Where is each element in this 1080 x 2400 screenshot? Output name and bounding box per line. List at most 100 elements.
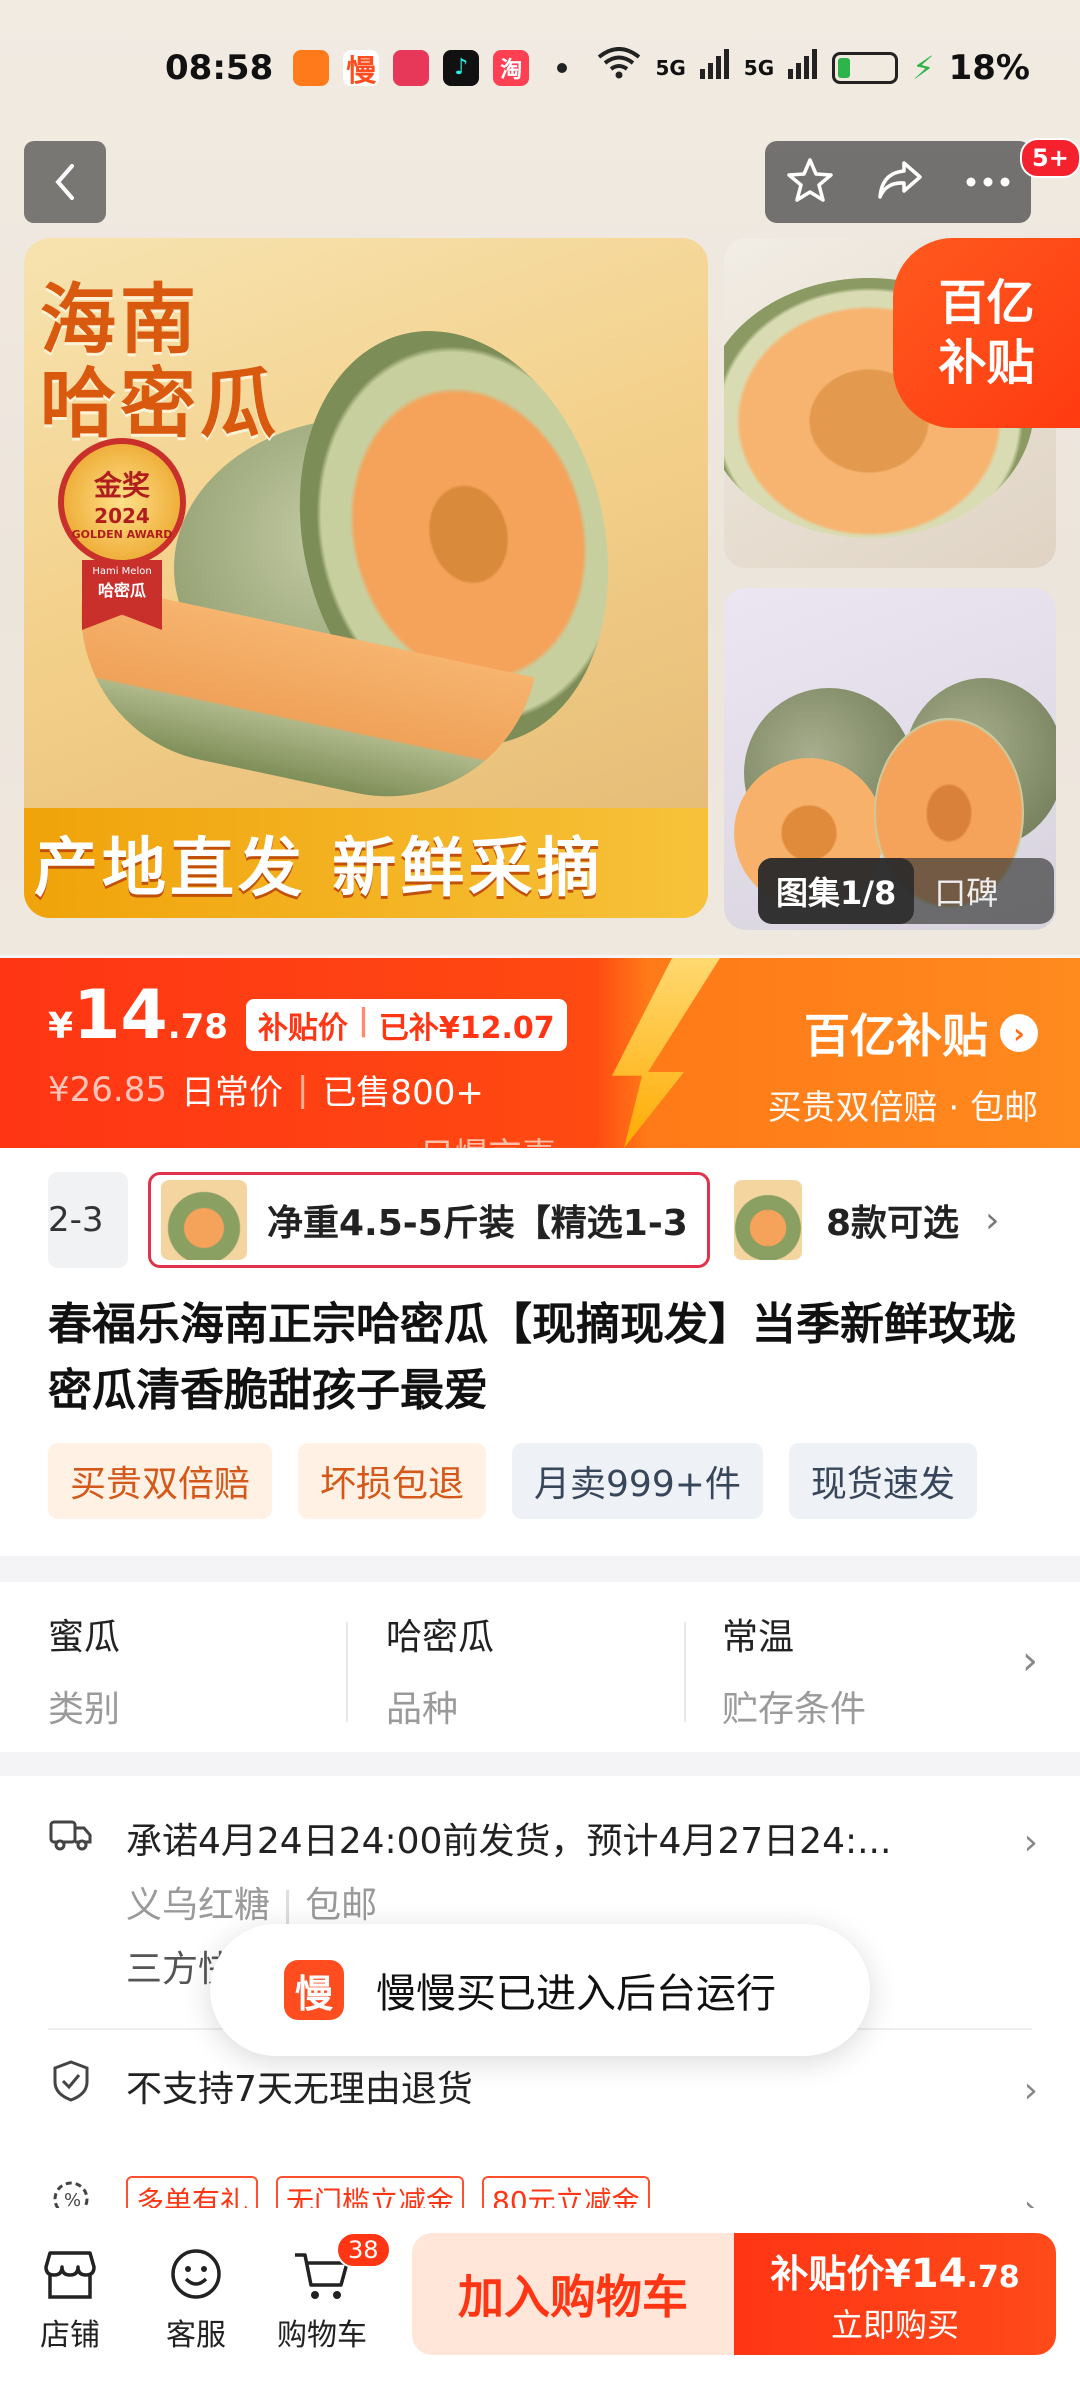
customer-service-button[interactable]: 客服 [136,2240,256,2354]
shipping-promise: 承诺4月24日24:00前发货，预计4月27日24:... [126,1821,892,1862]
attribute-storage: 常温 贮存条件 [722,1608,1052,1732]
chevron-left-icon [55,164,74,200]
status-bar: 08:58 慢 ♪ 淘 5G 5G ⚡ 18% [0,0,1080,135]
attribute-divider [684,1622,686,1722]
shop-button[interactable]: 店铺 [10,2240,130,2354]
shop-label: 店铺 [40,2318,100,2353]
cart-icon: 38 [262,2232,391,2310]
buy-price: 补贴价¥14.78 [770,2243,1019,2298]
main-image-slogan: 产地直发 新鲜采摘 [24,808,708,918]
returns-row[interactable]: 不支持7天无理由退货 › [48,2058,1038,2122]
tag-fast-shipping[interactable]: 现货速发 [788,1443,977,1519]
attribute-divider [346,1622,348,1722]
ribbon-text-en: Hami Melon [92,566,152,577]
taobao-icon: 淘 [493,49,530,86]
smile-chat-icon [136,2240,256,2310]
status-right: 5G 5G ⚡ 18% [597,47,1030,88]
more-notifications-dot [557,62,568,73]
status-time: 08:58 [165,47,274,88]
cart-button[interactable]: 38 购物车 [262,2232,391,2354]
signal-icon-2 [788,48,818,88]
free-shipping: 包邮 [305,1885,378,1926]
product-gallery[interactable]: 08:58 慢 ♪ 淘 5G 5G ⚡ 18% 5+ 海南 哈密瓜 金奖 202… [0,0,1080,955]
add-to-cart-button[interactable]: 加入购物车 [412,2233,734,2355]
manman-app-icon: 慢 [284,1960,344,2020]
current-price: ¥ 14 .78 补贴价 | 已补¥12.07 [48,976,567,1055]
gallery-index: 图集1/8 [758,858,915,924]
buy-price-int: 14 [910,2250,967,2297]
price-integer: 14 [73,976,168,1055]
attribute-value: 常温 [722,1617,795,1658]
battery-icon [832,51,899,84]
spec-thumbnail-next [734,1180,802,1260]
price-sub-row: ¥26.85 日常价 | 已售800+ [48,1065,567,1114]
tag-damage-refund[interactable]: 坏损包退 [298,1443,487,1519]
more-button[interactable] [965,173,1011,192]
star-icon [786,158,833,202]
attribute-key: 品种 [386,1689,459,1730]
more-badge: 5+ [1020,138,1080,178]
main-product-image[interactable]: 海南 哈密瓜 金奖 2024 GOLDEN AWARD Hami Melon 哈… [24,238,708,918]
subsidy-saving: 已补¥12.07 [378,1011,555,1046]
attribute-key: 类别 [48,1689,121,1730]
network-label-2: 5G [743,55,775,80]
attributes-card[interactable]: 蜜瓜 类别 哈密瓜 品种 常温 贮存条件 › [0,1582,1080,1752]
service-label: 客服 [166,2318,226,2353]
product-tags: 买贵双倍赔 坏损包退 月卖999+件 现货速发 [48,1443,977,1519]
returns-policy: 不支持7天无理由退货 [126,2069,473,2110]
tag-double-compensation[interactable]: 买贵双倍赔 [48,1443,273,1519]
product-title: 春福乐海南正宗哈密瓜【现摘现发】当季新鲜玫珑密瓜清香脆甜孩子最爱 [48,1299,1016,1416]
bottom-action-bar: 店铺 客服 38 购物车 加入购物车 补贴价¥14.78 立即购买 [0,2208,1080,2400]
toast-message: 慢慢买已进入后台运行 [376,1971,776,2017]
medal-award: GOLDEN AWARD [71,527,173,541]
attribute-value: 哈密瓜 [386,1617,495,1658]
share-button[interactable] [874,157,926,207]
chevron-right-icon: › [1000,1014,1038,1052]
shield-check-icon [53,2060,89,2102]
back-button[interactable] [24,141,106,223]
price-decimal: .78 [167,1007,228,1047]
medal-text: 金奖 [93,468,150,502]
product-info-card: 2-3 净重4.5-5斤装【精选1-3 8款可选 › 春福乐海南正宗哈密瓜【现摘… [0,1148,1080,1556]
charging-icon: ⚡ [912,48,935,87]
divider: | [281,1885,294,1926]
favorite-button[interactable] [785,155,835,209]
title-line-2: 哈密瓜 [40,359,280,448]
background-toast: 慢 慢慢买已进入后台运行 [210,1924,870,2056]
reviews-tab[interactable]: 口碑 [914,868,998,914]
shipping-origin: 义乌红糖 [126,1885,271,1926]
divider: | [296,1069,309,1110]
header-actions [765,141,1031,223]
attribute-variety: 哈密瓜 品种 [386,1608,716,1732]
buy-now-button[interactable]: 补贴价¥14.78 立即购买 [734,2233,1056,2355]
medal-circle: 金奖 2024 GOLDEN AWARD [58,438,186,566]
gold-award-medal: 金奖 2024 GOLDEN AWARD Hami Melon 哈密瓜 [58,438,200,630]
subsidy-program-title: 百亿补贴 › [768,1000,1038,1066]
truck-icon [49,1820,92,1851]
manman-app-icon: 慢 [343,49,380,89]
pinduoduo-icon [393,49,430,86]
spec-selector[interactable]: 2-3 净重4.5-5斤装【精选1-3 8款可选 › [48,1168,1048,1272]
chevron-right-icon: › [1023,1822,1038,1863]
app-orange-icon [293,49,330,86]
spec-thumbnail [161,1180,247,1260]
medal-year: 2024 [94,503,150,528]
store-icon [10,2240,130,2310]
subsidy-program[interactable]: 百亿补贴 › 买贵双倍赔 · 包邮 [768,1000,1038,1129]
subsidy-price-tag: 补贴价 | 已补¥12.07 [245,999,567,1051]
buy-now-label: 立即购买 [830,2305,959,2344]
tag-monthly-sales[interactable]: 月卖999+件 [512,1443,763,1519]
spec-more-button[interactable]: 8款可选 › [826,1194,999,1246]
subsidy-badge-line2: 补贴 [938,335,1035,391]
share-icon [878,161,922,199]
gallery-counter[interactable]: 图集1/8 口碑 [758,858,1054,924]
spec-selected-label: 净重4.5-5斤装【精选1-3 [267,1203,688,1244]
spec-option-prev[interactable]: 2-3 [48,1172,128,1268]
chevron-right-icon: › [1022,1638,1038,1684]
attribute-category: 蜜瓜 类别 [48,1608,378,1732]
subsidy-badge: 百亿 补贴 [893,238,1080,428]
network-label-1: 5G [655,55,686,80]
spec-option-selected[interactable]: 净重4.5-5斤装【精选1-3 [148,1172,710,1268]
cart-count-badge: 38 [336,2232,391,2268]
original-price: ¥26.85 [48,1069,167,1110]
